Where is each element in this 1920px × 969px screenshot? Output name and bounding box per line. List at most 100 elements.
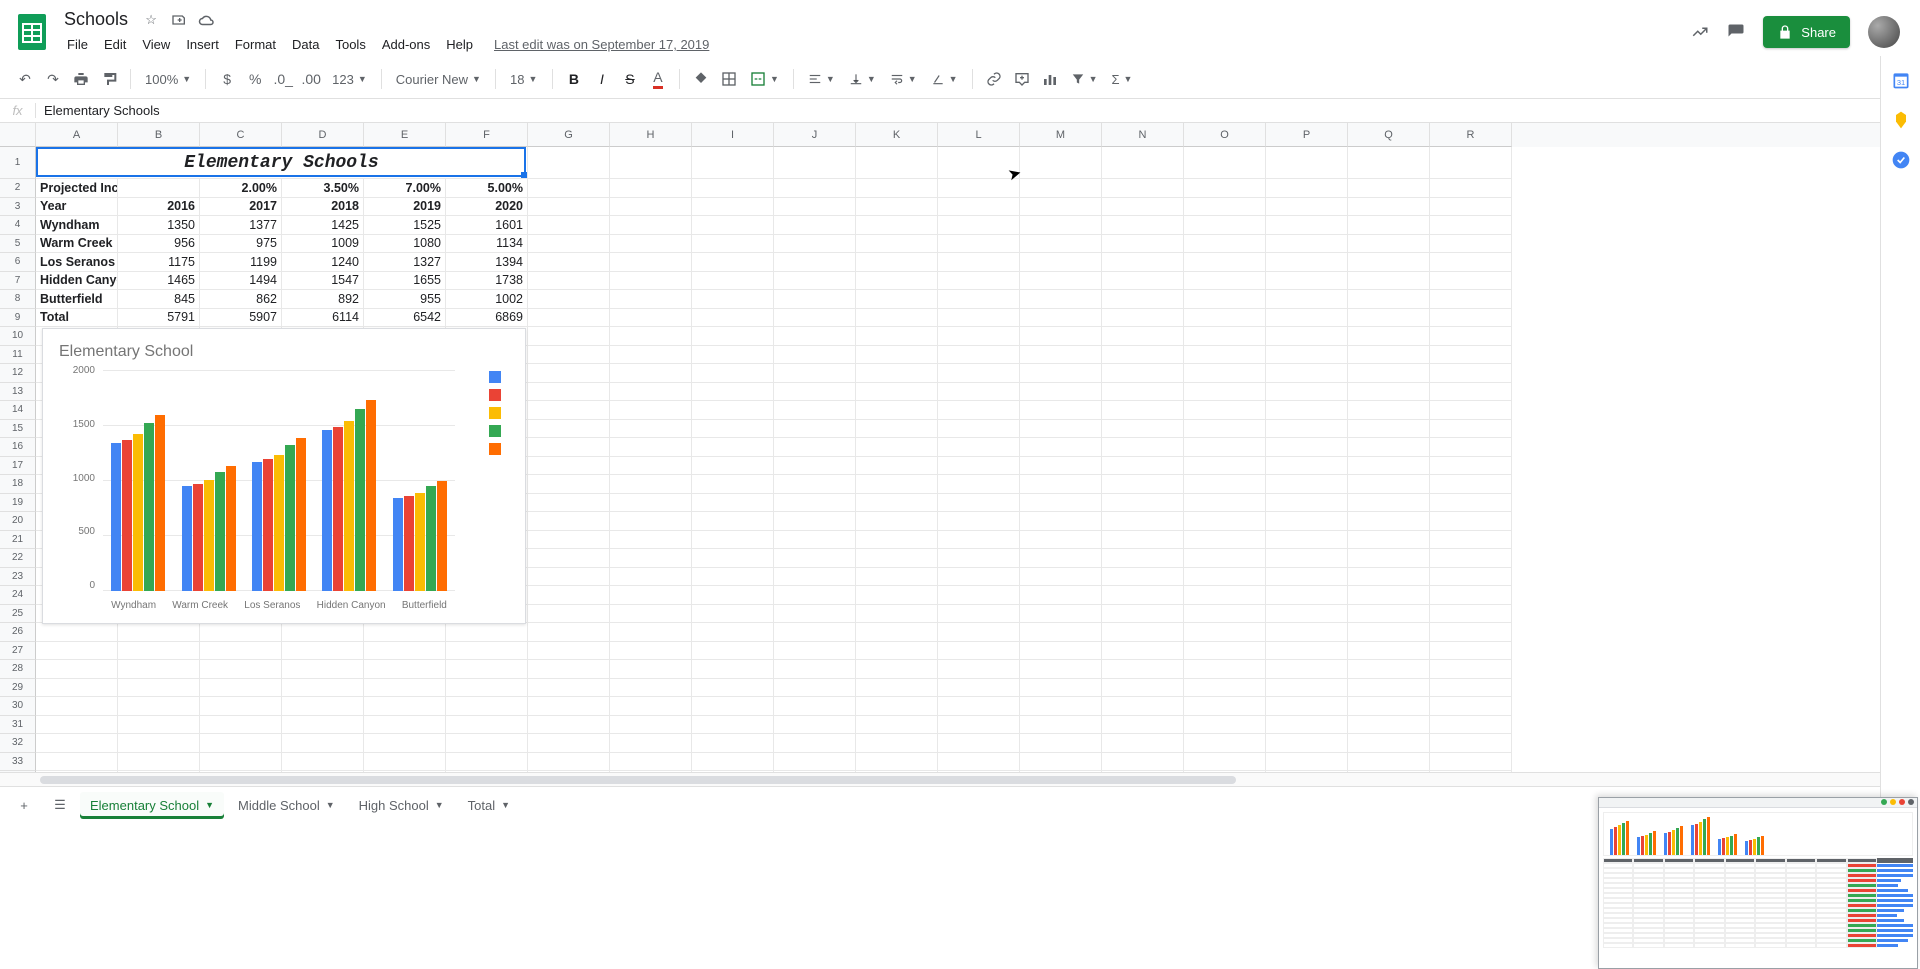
- cell[interactable]: [938, 364, 1020, 383]
- col-header-A[interactable]: A: [36, 123, 118, 147]
- cell[interactable]: [938, 568, 1020, 587]
- cell[interactable]: [856, 605, 938, 624]
- cell[interactable]: [282, 734, 364, 753]
- cell[interactable]: [1266, 475, 1348, 494]
- cell[interactable]: [1102, 494, 1184, 513]
- cell[interactable]: [1266, 309, 1348, 328]
- cell[interactable]: [200, 642, 282, 661]
- cell[interactable]: [856, 716, 938, 735]
- cell[interactable]: 1240: [282, 253, 364, 272]
- cell[interactable]: [1266, 346, 1348, 365]
- cell[interactable]: [528, 734, 610, 753]
- cell[interactable]: 1377: [200, 216, 282, 235]
- cell[interactable]: [1430, 734, 1512, 753]
- cell[interactable]: [1020, 198, 1102, 217]
- sheet-tab[interactable]: Total▼: [458, 792, 520, 819]
- print-button[interactable]: [68, 66, 94, 92]
- cell[interactable]: [856, 568, 938, 587]
- cell[interactable]: [610, 642, 692, 661]
- comment-button[interactable]: [1009, 66, 1035, 92]
- cell[interactable]: [528, 457, 610, 476]
- cell[interactable]: [1102, 753, 1184, 772]
- cell[interactable]: [1020, 586, 1102, 605]
- cell[interactable]: [1266, 586, 1348, 605]
- row-header-4[interactable]: 4: [0, 216, 36, 235]
- cell[interactable]: [118, 771, 200, 773]
- cell[interactable]: [774, 586, 856, 605]
- cell[interactable]: [1102, 660, 1184, 679]
- cell[interactable]: [856, 216, 938, 235]
- cell[interactable]: [610, 364, 692, 383]
- cell[interactable]: [1430, 549, 1512, 568]
- cell[interactable]: [1102, 272, 1184, 291]
- cell[interactable]: [1348, 401, 1430, 420]
- cell[interactable]: [528, 568, 610, 587]
- cell[interactable]: [446, 642, 528, 661]
- cell[interactable]: [1266, 716, 1348, 735]
- row-header-9[interactable]: 9: [0, 309, 36, 328]
- cell[interactable]: [692, 549, 774, 568]
- row-header-1[interactable]: 1: [0, 147, 36, 179]
- cell[interactable]: [1430, 771, 1512, 773]
- font-dropdown[interactable]: Courier New▼: [390, 66, 487, 92]
- col-header-D[interactable]: D: [282, 123, 364, 147]
- cell[interactable]: [118, 660, 200, 679]
- cell[interactable]: [774, 438, 856, 457]
- cell[interactable]: [282, 642, 364, 661]
- row-header-13[interactable]: 13: [0, 383, 36, 402]
- cell[interactable]: [1102, 623, 1184, 642]
- cell[interactable]: [1020, 771, 1102, 773]
- cell[interactable]: [938, 383, 1020, 402]
- cell[interactable]: [1348, 660, 1430, 679]
- menu-file[interactable]: File: [60, 33, 95, 56]
- cell[interactable]: [1102, 309, 1184, 328]
- cell[interactable]: [856, 660, 938, 679]
- cell[interactable]: [938, 771, 1020, 773]
- cell[interactable]: [1102, 401, 1184, 420]
- cell[interactable]: [1020, 660, 1102, 679]
- cell[interactable]: [1348, 605, 1430, 624]
- cell[interactable]: [692, 253, 774, 272]
- cell[interactable]: [200, 679, 282, 698]
- cell[interactable]: 1350: [118, 216, 200, 235]
- cell[interactable]: [774, 531, 856, 550]
- cell[interactable]: 1175: [118, 253, 200, 272]
- cell[interactable]: [1102, 179, 1184, 198]
- cell[interactable]: [1430, 309, 1512, 328]
- cell[interactable]: [528, 438, 610, 457]
- cell[interactable]: [528, 623, 610, 642]
- row-header-10[interactable]: 10: [0, 327, 36, 346]
- row-header-25[interactable]: 25: [0, 605, 36, 624]
- cell[interactable]: [856, 346, 938, 365]
- row-header-32[interactable]: 32: [0, 734, 36, 753]
- row-header-24[interactable]: 24: [0, 586, 36, 605]
- cell[interactable]: [446, 734, 528, 753]
- cell[interactable]: [1184, 457, 1266, 476]
- formula-input[interactable]: Elementary Schools: [36, 103, 1920, 118]
- cell[interactable]: [528, 475, 610, 494]
- cell[interactable]: [692, 679, 774, 698]
- cell[interactable]: [528, 771, 610, 773]
- col-header-I[interactable]: I: [692, 123, 774, 147]
- cell[interactable]: [1020, 253, 1102, 272]
- cell[interactable]: [610, 771, 692, 773]
- cell[interactable]: Los Seranos: [36, 253, 118, 272]
- cell[interactable]: [36, 623, 118, 642]
- cell[interactable]: [1020, 383, 1102, 402]
- menu-insert[interactable]: Insert: [179, 33, 226, 56]
- row-header-20[interactable]: 20: [0, 512, 36, 531]
- cell[interactable]: [692, 734, 774, 753]
- cell[interactable]: 975: [200, 235, 282, 254]
- cell[interactable]: [1020, 475, 1102, 494]
- halign-dropdown[interactable]: ▼: [802, 66, 841, 92]
- row-header-3[interactable]: 3: [0, 198, 36, 217]
- cell[interactable]: [118, 734, 200, 753]
- cell[interactable]: [610, 290, 692, 309]
- cell[interactable]: [938, 753, 1020, 772]
- cell[interactable]: [938, 512, 1020, 531]
- row-header-16[interactable]: 16: [0, 438, 36, 457]
- paint-format-button[interactable]: [96, 66, 122, 92]
- cell[interactable]: [856, 420, 938, 439]
- cell[interactable]: 2.00%: [200, 179, 282, 198]
- cell[interactable]: [1430, 716, 1512, 735]
